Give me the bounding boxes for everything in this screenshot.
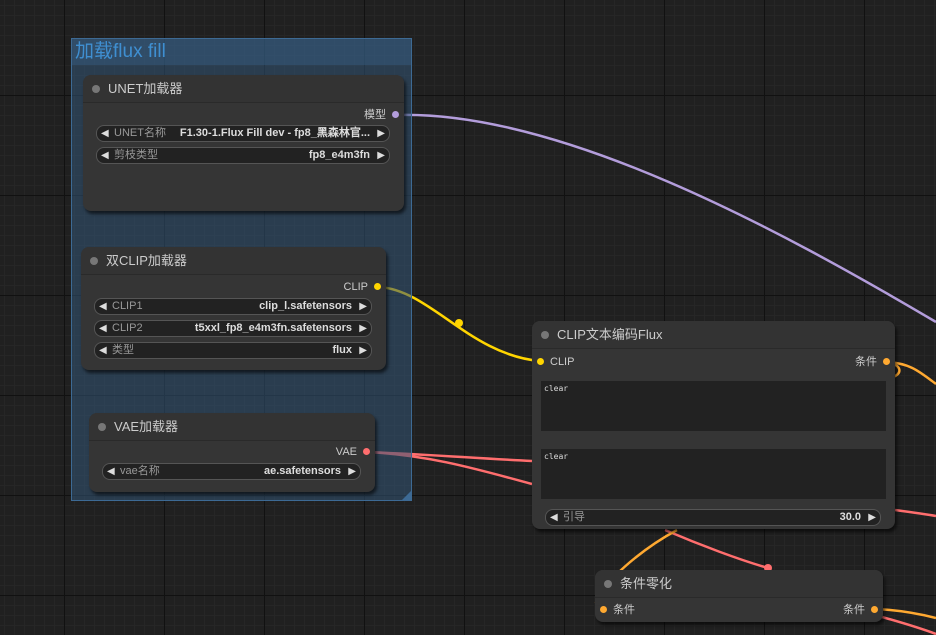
node-title: VAE加载器 (114, 419, 179, 434)
arrow-right-icon[interactable]: ▶ (348, 464, 356, 479)
node-title-bar[interactable]: VAE加载器 (89, 413, 375, 441)
unet-loader-node[interactable]: UNET加载器 模型 ◀ UNET名称 F1.30-1.Flux Fill de… (83, 75, 404, 211)
dual-clip-loader-node[interactable]: 双CLIP加载器 CLIP ◀ CLIP1 clip_l.safetensors… (81, 247, 386, 370)
unet-name-combo[interactable]: ◀ UNET名称 F1.30-1.Flux Fill dev - fp8_黑森林… (96, 125, 390, 142)
arrow-right-icon[interactable]: ▶ (377, 126, 385, 141)
output-slot-vae[interactable]: VAE (336, 444, 357, 460)
clip2-combo[interactable]: ◀ CLIP2 t5xxl_fp8_e4m3fn.safetensors ▶ (94, 320, 372, 337)
arrow-right-icon[interactable]: ▶ (359, 299, 367, 314)
increment-arrow-icon[interactable]: ▶ (868, 510, 876, 525)
group-resize-handle[interactable] (402, 491, 411, 500)
widget-label: CLIP2 (112, 322, 143, 334)
collapse-dot-icon[interactable] (604, 580, 612, 588)
clip1-combo[interactable]: ◀ CLIP1 clip_l.safetensors ▶ (94, 298, 372, 315)
widget-label: 引导 (563, 511, 585, 523)
output-conditioning-dot-icon[interactable] (871, 606, 878, 613)
input-clip-dot-icon[interactable] (537, 358, 544, 365)
widget-label: vae名称 (120, 465, 160, 477)
widget-value: t5xxl_fp8_e4m3fn.safetensors (194, 322, 352, 334)
clip-link-midpoint (455, 319, 463, 327)
output-vae-dot-icon[interactable] (363, 448, 370, 455)
output-label: CLIP (343, 281, 368, 293)
widget-value: clip_l.safetensors (259, 300, 352, 312)
node-title-bar[interactable]: 条件零化 (595, 570, 883, 598)
arrow-left-icon[interactable]: ◀ (99, 299, 107, 314)
arrow-right-icon[interactable]: ▶ (359, 321, 367, 336)
output-clip-dot-icon[interactable] (374, 283, 381, 290)
collapse-dot-icon[interactable] (90, 257, 98, 265)
node-title: CLIP文本编码Flux (557, 327, 663, 342)
arrow-left-icon[interactable]: ◀ (99, 321, 107, 336)
collapse-dot-icon[interactable] (92, 85, 100, 93)
input-slot-clip[interactable]: CLIP (550, 354, 574, 370)
output-slot-model[interactable]: 模型 (364, 107, 386, 123)
output-label: 条件 (843, 604, 865, 616)
vae-loader-node[interactable]: VAE加载器 VAE ◀ vae名称 ae.safetensors ▶ (89, 413, 375, 492)
t5xxl-textarea[interactable]: clear (541, 449, 886, 499)
guidance-number[interactable]: ◀ 引导 30.0 ▶ (545, 509, 881, 526)
arrow-right-icon[interactable]: ▶ (377, 148, 385, 163)
vae-link-4 (664, 528, 769, 570)
output-slot-clip[interactable]: CLIP (344, 279, 368, 295)
node-title-bar[interactable]: 双CLIP加载器 (81, 247, 386, 275)
widget-label: UNET名称 (114, 127, 166, 139)
input-label: 条件 (613, 604, 635, 616)
arrow-left-icon[interactable]: ◀ (101, 126, 109, 141)
clip-text-encode-flux-node[interactable]: CLIP文本编码Flux CLIP 条件 clear clear ◀ 引导 30… (532, 321, 895, 529)
output-slot-conditioning[interactable]: 条件 (855, 354, 877, 370)
output-conditioning-dot-icon[interactable] (883, 358, 890, 365)
node-title-bar[interactable]: UNET加载器 (83, 75, 404, 103)
clip-type-combo[interactable]: ◀ 类型 flux ▶ (94, 342, 372, 359)
widget-value: 30.0 (839, 511, 861, 523)
output-label: 条件 (855, 356, 877, 368)
node-title: 双CLIP加载器 (106, 253, 187, 268)
output-slot-conditioning[interactable]: 条件 (843, 602, 865, 618)
input-label: CLIP (550, 356, 575, 368)
clip-l-textarea[interactable]: clear (541, 381, 886, 431)
widget-value: ae.safetensors (263, 465, 341, 477)
widget-value: F1.30-1.Flux Fill dev - fp8_黑森林官... (179, 127, 370, 139)
widget-label: 剪枝类型 (114, 149, 158, 161)
node-title-bar[interactable]: CLIP文本编码Flux (532, 321, 895, 349)
arrow-left-icon[interactable]: ◀ (107, 464, 115, 479)
arrow-left-icon[interactable]: ◀ (101, 148, 109, 163)
model-link (395, 113, 936, 324)
widget-value: fp8_e4m3fn (308, 149, 370, 161)
vae-link-5 (874, 613, 936, 635)
widget-value: flux (332, 344, 352, 356)
widget-label: CLIP1 (112, 300, 143, 312)
conditioning-zero-out-node[interactable]: 条件零化 条件 条件 (595, 570, 883, 622)
collapse-dot-icon[interactable] (98, 423, 106, 431)
widget-label: 类型 (112, 344, 134, 356)
weight-dtype-combo[interactable]: ◀ 剪枝类型 fp8_e4m3fn ▶ (96, 147, 390, 164)
vae-link-3 (894, 508, 936, 518)
input-conditioning-dot-icon[interactable] (600, 606, 607, 613)
collapse-dot-icon[interactable] (541, 331, 549, 339)
output-model-dot-icon[interactable] (392, 111, 399, 118)
group-title: 加载flux fill (75, 41, 166, 62)
node-title: 条件零化 (620, 576, 673, 591)
input-slot-conditioning[interactable]: 条件 (613, 602, 635, 618)
vae-name-combo[interactable]: ◀ vae名称 ae.safetensors ▶ (102, 463, 361, 480)
arrow-right-icon[interactable]: ▶ (359, 343, 367, 358)
arrow-left-icon[interactable]: ◀ (99, 343, 107, 358)
output-label: 模型 (364, 109, 386, 121)
output-label: VAE (335, 446, 357, 458)
node-title: UNET加载器 (108, 81, 183, 96)
decrement-arrow-icon[interactable]: ◀ (550, 510, 558, 525)
